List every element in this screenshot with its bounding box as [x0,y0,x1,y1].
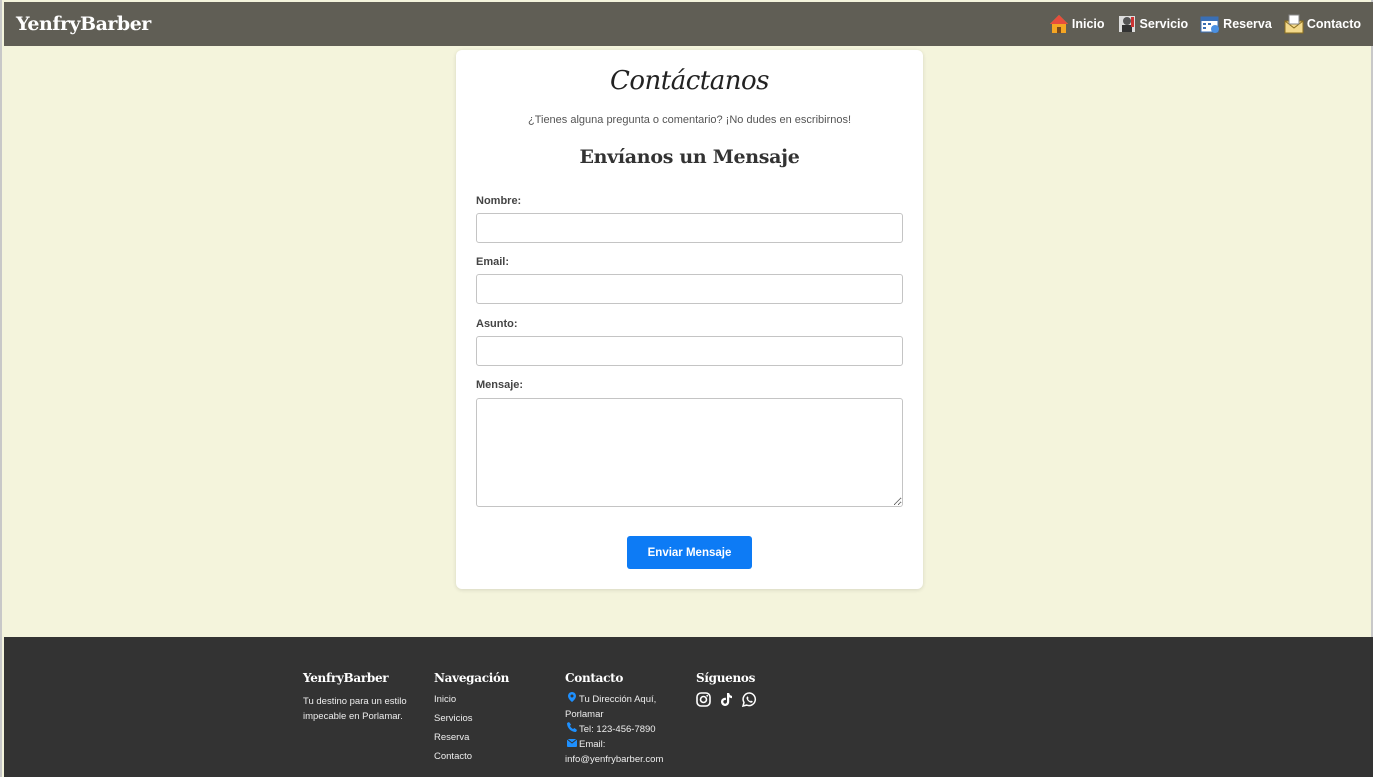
instagram-icon[interactable] [696,692,711,707]
page-title: Contáctanos [610,66,770,96]
form-title: Envíanos un Mensaje [579,146,800,168]
nav-link-label: Servicio [1139,17,1189,31]
footer-phone: Tel: 123-456-7890 [565,722,675,737]
nav-link-reserva[interactable]: Reserva [1200,14,1272,34]
footer-nav-column: Navegación Inicio Servicios Reserva Cont… [434,671,554,766]
phone-icon [565,722,579,737]
footer-brand-text: Tu destino para un estilo impecable en P… [303,696,407,722]
tiktok-icon[interactable] [719,692,734,707]
footer-nav-title: Navegación [434,671,510,685]
name-group: Nombre: [476,195,521,207]
footer-link-reserva[interactable]: Reserva [434,728,554,747]
map-pin-icon [565,692,579,707]
subject-label: Asunto: [476,318,518,330]
nav-link-label: Reserva [1223,17,1272,31]
message-group: Mensaje: [476,379,523,391]
footer-link-contacto[interactable]: Contacto [434,747,554,766]
footer-contact-title: Contacto [565,671,624,685]
nav-link-servicio[interactable]: Servicio [1117,14,1189,34]
footer-address: Tu Dirección Aquí, Porlamar [565,692,675,722]
nav-links: Inicio Servicio Reserva Contacto [1049,14,1361,34]
footer-contact-column: Contacto Tu Dirección Aquí, Porlamar Tel… [565,671,675,767]
footer-email-address[interactable]: info@yenfrybarber.com [565,752,675,767]
top-navbar: YenfryBarber Inicio Servicio Reserva Con… [4,2,1373,46]
contact-card: Contáctanos ¿Tienes alguna pregunta o co… [456,50,923,589]
mail-icon [565,737,579,752]
nav-link-label: Inicio [1071,17,1105,31]
footer-social-column: Síguenos [696,671,796,708]
email-label: Email: [476,256,510,268]
footer-brand-column: YenfryBarber Tu destino para un estilo i… [303,671,423,724]
name-field[interactable] [476,213,903,243]
calendar-icon [1200,14,1220,34]
send-message-button[interactable]: Enviar Mensaje [627,536,752,569]
nav-link-label: Contacto [1306,17,1361,31]
footer-link-inicio[interactable]: Inicio [434,690,554,709]
nav-link-contacto[interactable]: Contacto [1284,14,1361,34]
footer-email: Email: info@yenfrybarber.com [565,737,675,767]
brand-logo[interactable]: YenfryBarber [16,13,151,35]
page-subtitle: ¿Tienes alguna pregunta o comentario? ¡N… [527,114,852,126]
email-field[interactable] [476,274,903,304]
footer: YenfryBarber Tu destino para un estilo i… [4,637,1373,777]
subject-group: Asunto: [476,318,518,330]
footer-address-text: Tu Dirección Aquí, Porlamar [565,694,657,720]
email-group: Email: [476,256,509,268]
whatsapp-icon[interactable] [741,692,757,708]
footer-social-title: Síguenos [696,671,756,685]
house-icon [1049,14,1069,34]
barber-icon [1117,14,1137,34]
footer-email-label: Email: [579,739,606,750]
footer-link-servicios[interactable]: Servicios [434,709,554,728]
envelope-icon [1284,14,1304,34]
subject-field[interactable] [476,336,903,366]
nav-link-inicio[interactable]: Inicio [1049,14,1105,34]
message-label: Mensaje: [476,379,524,391]
footer-brand-title: YenfryBarber [303,671,389,685]
message-field[interactable] [476,398,903,507]
social-icons [696,692,796,708]
footer-phone-text: Tel: 123-456-7890 [579,724,656,735]
name-label: Nombre: [476,195,522,207]
